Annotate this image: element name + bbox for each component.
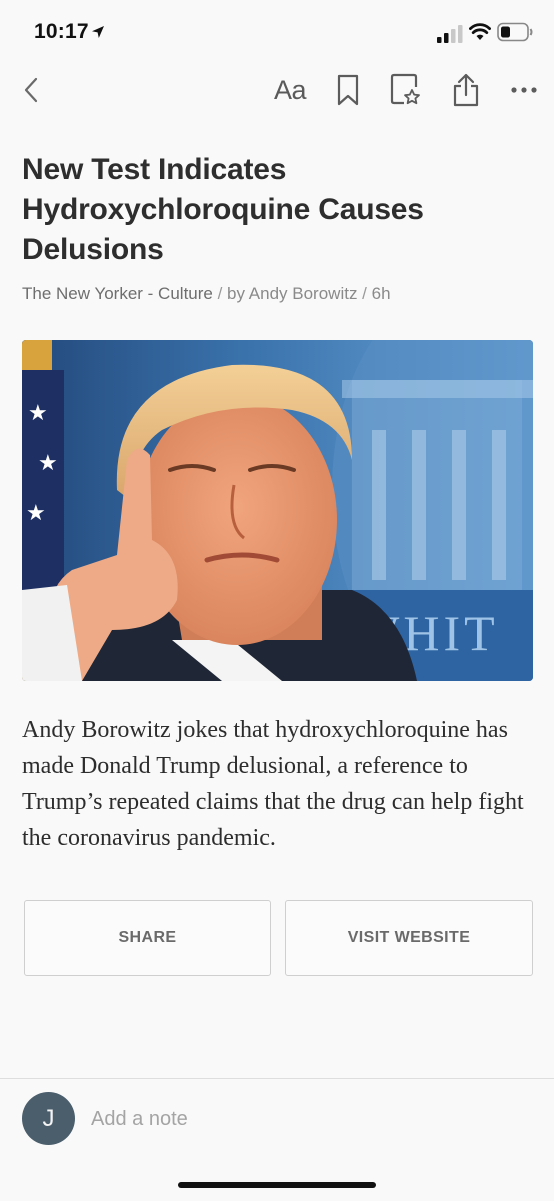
share-icon-button[interactable]: [446, 66, 486, 114]
article-summary: Andy Borowitz jokes that hydroxychloroqu…: [22, 717, 524, 851]
svg-text:★: ★: [26, 500, 46, 525]
byline-separator: /: [357, 284, 372, 303]
article-title: New Test Indicates Hydroxychloroquine Ca…: [22, 153, 424, 266]
battery-icon: [497, 22, 533, 42]
location-arrow-icon: [92, 26, 104, 38]
bookmark-button[interactable]: [330, 66, 366, 114]
svg-text:★: ★: [28, 400, 48, 425]
reader-toolbar: Aa: [0, 66, 554, 114]
add-note-input[interactable]: [91, 1103, 511, 1135]
document-star-icon: [390, 73, 420, 105]
avatar[interactable]: J: [22, 1092, 75, 1145]
chevron-left-icon: [24, 77, 38, 103]
home-indicator[interactable]: [178, 1182, 376, 1188]
share-icon: [453, 73, 479, 107]
back-button[interactable]: [14, 66, 48, 114]
svg-text:★: ★: [38, 450, 58, 475]
bookmark-icon: [337, 74, 359, 106]
article-age: 6h: [371, 284, 391, 303]
article-byline: The New Yorker - Culture / by Andy Borow…: [22, 284, 391, 304]
font-settings-button[interactable]: Aa: [266, 66, 314, 114]
favorite-button[interactable]: [386, 66, 426, 114]
cellular-signal-icon: [437, 25, 463, 43]
visit-website-button[interactable]: VISIT WEBSITE: [285, 900, 533, 976]
byline-separator: /: [212, 284, 228, 303]
article-source[interactable]: The New Yorker - Culture: [22, 284, 213, 303]
wifi-icon: [469, 23, 491, 40]
share-button[interactable]: SHARE: [24, 900, 271, 976]
article-hero-image[interactable]: E WHIT ★ ★ ★: [22, 340, 533, 681]
ellipsis-icon: [511, 87, 537, 93]
more-button[interactable]: [502, 66, 546, 114]
status-time: 10:17: [34, 20, 89, 43]
article-author: by Andy Borowitz: [227, 284, 358, 303]
status-bar: 10:17: [0, 0, 554, 64]
hero-photo: E WHIT ★ ★ ★: [22, 340, 533, 681]
